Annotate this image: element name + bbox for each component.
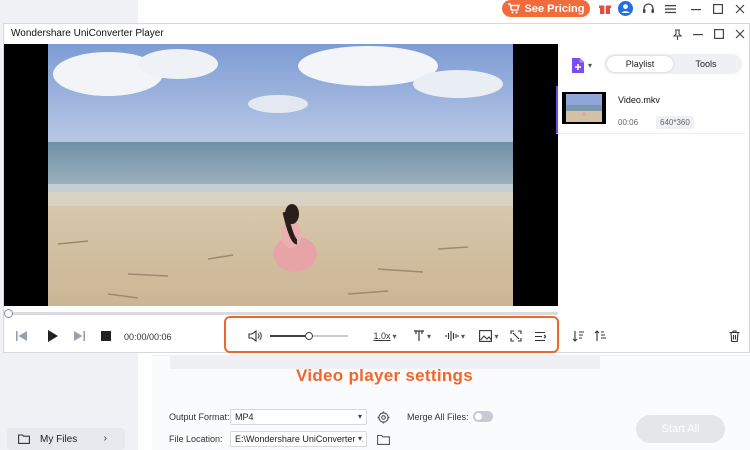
thumbnail-beach-image [562, 92, 606, 124]
pin-icon[interactable] [668, 25, 686, 43]
volume-fill [270, 335, 309, 337]
next-icon[interactable] [71, 328, 87, 344]
add-file-chevron-down-icon: ▾ [587, 60, 592, 70]
stop-icon[interactable] [98, 328, 114, 344]
volume-handle[interactable] [305, 332, 313, 340]
merge-files-toggle[interactable] [473, 411, 493, 422]
video-frame-beach-image [48, 44, 513, 306]
format-settings-icon[interactable] [375, 409, 391, 425]
seek-bar[interactable] [4, 312, 558, 315]
snapshot-selector[interactable]: ▾ [476, 328, 502, 344]
sort-descending-icon[interactable] [592, 328, 608, 344]
minimize-icon[interactable] [688, 1, 704, 16]
playlist-toggle-icon[interactable] [532, 328, 548, 344]
file-location-select[interactable]: E:\Wondershare UniConverter 1 ▾ [230, 431, 367, 447]
snapshot-chevron-down-icon: ▾ [494, 331, 499, 341]
file-location-label: File Location: [169, 434, 223, 444]
my-files-chevron-right-icon: › [103, 433, 107, 444]
subtitle-chevron-down-icon: ▾ [426, 331, 431, 341]
video-viewport[interactable] [4, 44, 558, 306]
audio-track-selector[interactable]: ▾ [442, 328, 468, 344]
start-all-button[interactable]: Start All [636, 415, 725, 443]
player-titlebar: Wondershare UniConverter Player [4, 24, 749, 45]
playlist-item-name: Video.mkv [618, 95, 660, 105]
player-minimize-icon[interactable] [689, 25, 707, 43]
panel-tabs: Playlist Tools [604, 54, 742, 74]
cart-icon [507, 3, 520, 14]
subtitle-selector[interactable]: ▾ [410, 328, 434, 344]
audio-chevron-down-icon: ▾ [460, 331, 465, 341]
speed-label: 1.0x [373, 331, 391, 341]
audio-waveform-icon [445, 331, 459, 341]
file-location-chevron-down-icon: ▾ [355, 434, 362, 443]
user-avatar-icon[interactable] [617, 1, 633, 16]
my-files-label: My Files [40, 433, 78, 445]
see-pricing-button[interactable]: See Pricing [502, 0, 590, 17]
sort-ascending-icon[interactable] [570, 328, 586, 344]
speed-selector[interactable]: 1.0x ▾ [370, 328, 400, 344]
volume-icon[interactable] [246, 328, 264, 344]
folder-files-icon [18, 434, 30, 444]
previous-icon[interactable] [14, 328, 30, 344]
time-display: 00:00/00:06 [124, 332, 172, 342]
fullscreen-icon[interactable] [508, 328, 524, 344]
playlist-item-thumbnail [562, 92, 606, 124]
start-all-label: Start All [661, 423, 700, 435]
play-icon[interactable] [44, 328, 60, 344]
speed-chevron-down-icon: ▾ [392, 331, 397, 341]
player-title: Wondershare UniConverter Player [11, 28, 164, 39]
tab-tools[interactable]: Tools [673, 56, 739, 72]
gift-icon[interactable] [597, 1, 613, 16]
add-file-button[interactable]: ▾ [566, 56, 596, 74]
menu-icon[interactable] [662, 1, 678, 16]
trash-icon[interactable] [726, 328, 742, 344]
maximize-icon[interactable] [710, 1, 726, 16]
output-format-select[interactable]: MP4 ▾ [230, 409, 367, 425]
add-file-icon [571, 57, 584, 73]
output-format-label: Output Format: [169, 412, 230, 422]
close-icon[interactable] [732, 1, 748, 16]
output-format-value: MP4 [235, 412, 254, 422]
tab-playlist-label: Playlist [625, 59, 655, 69]
file-location-value: E:\Wondershare UniConverter 1 [235, 434, 363, 444]
player-close-icon[interactable] [731, 25, 749, 43]
playlist-item-resolution: 640*360 [656, 116, 694, 129]
see-pricing-label: See Pricing [524, 2, 585, 15]
merge-files-label: Merge All Files: [407, 412, 469, 422]
seek-handle[interactable] [4, 309, 13, 318]
sidebar-item-my-files[interactable]: My Files › [7, 428, 125, 450]
tab-tools-label: Tools [695, 59, 717, 69]
headset-icon[interactable] [640, 1, 656, 16]
subtitle-text-icon [413, 330, 424, 341]
image-snapshot-icon [479, 330, 493, 342]
tab-playlist[interactable]: Playlist [607, 56, 673, 72]
player-maximize-icon[interactable] [710, 25, 728, 43]
folder-icon[interactable] [375, 431, 391, 447]
playlist-item-duration: 00:06 [618, 118, 639, 127]
output-format-chevron-down-icon: ▾ [357, 412, 362, 421]
annotation-label: Video player settings [296, 366, 473, 385]
